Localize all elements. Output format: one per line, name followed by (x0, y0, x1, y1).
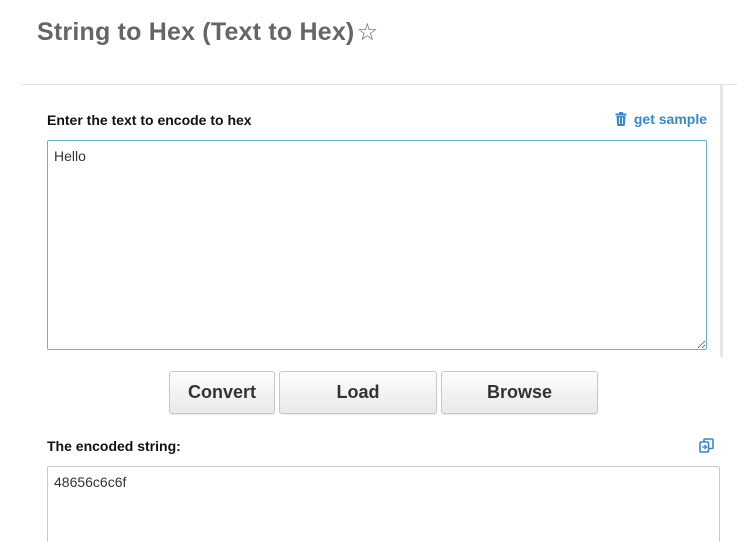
trash-icon (615, 112, 627, 126)
output-label: The encoded string: (47, 438, 181, 454)
star-icon[interactable]: ☆ (356, 20, 378, 45)
get-sample-label: get sample (633, 111, 707, 127)
input-label: Enter the text to encode to hex (47, 112, 252, 128)
browse-button[interactable]: Browse (441, 371, 598, 414)
page: String to Hex (Text to Hex) ☆ Enter the … (0, 0, 737, 542)
action-buttons: Convert Load Browse (169, 371, 602, 414)
output-text[interactable]: 48656c6c6f (47, 466, 720, 542)
get-sample-link[interactable]: get sample (615, 111, 707, 127)
title-row: String to Hex (Text to Hex) ☆ (37, 18, 378, 47)
convert-button[interactable]: Convert (169, 371, 275, 414)
load-button[interactable]: Load (279, 371, 437, 414)
page-title: String to Hex (Text to Hex) (37, 18, 355, 46)
copy-icon[interactable] (699, 438, 714, 453)
text-input[interactable]: Hello (47, 140, 707, 350)
